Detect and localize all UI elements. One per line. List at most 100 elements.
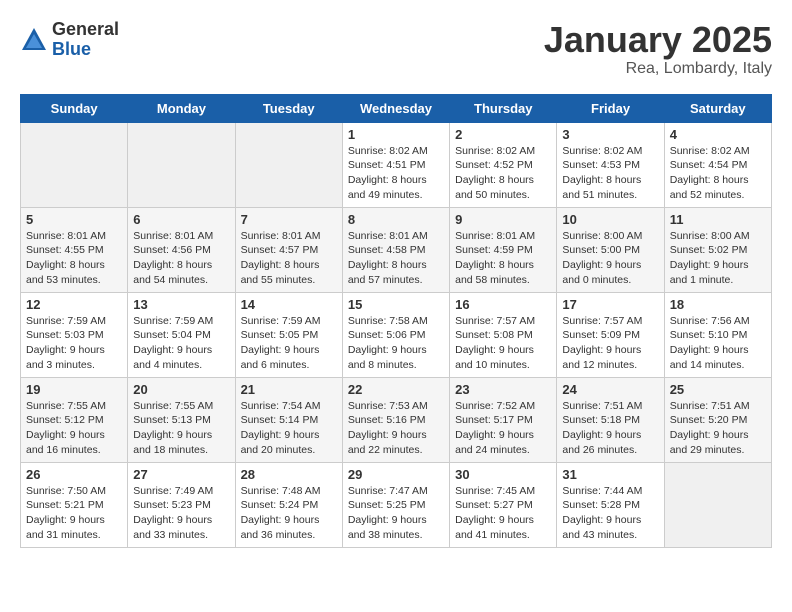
calendar-day-cell: 8Sunrise: 8:01 AM Sunset: 4:58 PM Daylig… (342, 207, 449, 292)
day-number: 5 (26, 212, 122, 227)
calendar-day-cell: 24Sunrise: 7:51 AM Sunset: 5:18 PM Dayli… (557, 377, 664, 462)
title-block: January 2025 Rea, Lombardy, Italy (544, 20, 772, 78)
calendar-day-cell (21, 122, 128, 207)
location-title: Rea, Lombardy, Italy (544, 60, 772, 78)
day-info: Sunrise: 8:02 AM Sunset: 4:51 PM Dayligh… (348, 144, 444, 203)
day-info: Sunrise: 7:47 AM Sunset: 5:25 PM Dayligh… (348, 484, 444, 543)
weekday-header-cell: Friday (557, 94, 664, 122)
calendar-week-row: 12Sunrise: 7:59 AM Sunset: 5:03 PM Dayli… (21, 292, 772, 377)
weekday-header-cell: Sunday (21, 94, 128, 122)
calendar-day-cell: 17 Sunrise: 7:57 AM Sunset: 5:09 PM Dayli… (557, 292, 664, 377)
day-info: Sunrise: 7:51 AM Sunset: 5:20 PM Dayligh… (670, 399, 766, 458)
calendar-day-cell: 31Sunrise: 7:44 AM Sunset: 5:28 PM Dayli… (557, 462, 664, 547)
day-info: Sunrise: 7:52 AM Sunset: 5:17 PM Dayligh… (455, 399, 551, 458)
calendar-day-cell: 16Sunrise: 7:57 AM Sunset: 5:08 PM Dayli… (450, 292, 557, 377)
calendar-day-cell: 29 Sunrise: 7:47 AM Sunset: 5:25 PM Dayli… (342, 462, 449, 547)
day-number: 18 (670, 297, 766, 312)
calendar-day-cell: 14 Sunrise: 7:59 AM Sunset: 5:05 PM Dayli… (235, 292, 342, 377)
day-info: Sunrise: 8:01 AM Sunset: 4:55 PM Dayligh… (26, 229, 122, 288)
calendar-day-cell: 15 Sunrise: 7:58 AM Sunset: 5:06 PM Dayli… (342, 292, 449, 377)
day-info: Sunrise: 7:50 AM Sunset: 5:21 PM Dayligh… (26, 484, 122, 543)
calendar-day-cell: 6 Sunrise: 8:01 AM Sunset: 4:56 PM Daylig… (128, 207, 235, 292)
logo-general-text: General (52, 20, 119, 40)
calendar-day-cell: 30Sunrise: 7:45 AM Sunset: 5:27 PM Dayli… (450, 462, 557, 547)
day-number: 25 (670, 382, 766, 397)
day-info: Sunrise: 7:54 AM Sunset: 5:14 PM Dayligh… (241, 399, 337, 458)
day-number: 15 (348, 297, 444, 312)
logo-blue-text: Blue (52, 40, 119, 60)
weekday-header-cell: Thursday (450, 94, 557, 122)
day-number: 12 (26, 297, 122, 312)
day-number: 2 (455, 127, 551, 142)
calendar-day-cell: 28Sunrise: 7:48 AM Sunset: 5:24 PM Dayli… (235, 462, 342, 547)
calendar-day-cell: 3 Sunrise: 8:02 AM Sunset: 4:53 PM Daylig… (557, 122, 664, 207)
day-info: Sunrise: 7:58 AM Sunset: 5:06 PM Dayligh… (348, 314, 444, 373)
calendar-day-cell: 10Sunrise: 8:00 AM Sunset: 5:00 PM Dayli… (557, 207, 664, 292)
logo: General Blue (20, 20, 119, 60)
day-number: 16 (455, 297, 551, 312)
day-number: 4 (670, 127, 766, 142)
weekday-header-cell: Monday (128, 94, 235, 122)
calendar-day-cell: 7 Sunrise: 8:01 AM Sunset: 4:57 PM Daylig… (235, 207, 342, 292)
day-info: Sunrise: 7:57 AM Sunset: 5:09 PM Dayligh… (562, 314, 658, 373)
day-number: 14 (241, 297, 337, 312)
day-info: Sunrise: 7:53 AM Sunset: 5:16 PM Dayligh… (348, 399, 444, 458)
day-number: 1 (348, 127, 444, 142)
day-number: 10 (562, 212, 658, 227)
calendar-day-cell: 1 Sunrise: 8:02 AM Sunset: 4:51 PM Daylig… (342, 122, 449, 207)
day-number: 28 (241, 467, 337, 482)
day-number: 6 (133, 212, 229, 227)
day-number: 27 (133, 467, 229, 482)
calendar-day-cell: 18 Sunrise: 7:56 AM Sunset: 5:10 PM Dayli… (664, 292, 771, 377)
day-info: Sunrise: 7:55 AM Sunset: 5:13 PM Dayligh… (133, 399, 229, 458)
day-info: Sunrise: 7:59 AM Sunset: 5:05 PM Dayligh… (241, 314, 337, 373)
calendar-day-cell: 4 Sunrise: 8:02 AM Sunset: 4:54 PM Daylig… (664, 122, 771, 207)
day-info: Sunrise: 7:44 AM Sunset: 5:28 PM Dayligh… (562, 484, 658, 543)
calendar-day-cell (128, 122, 235, 207)
calendar-day-cell: 25 Sunrise: 7:51 AM Sunset: 5:20 PM Dayli… (664, 377, 771, 462)
calendar-week-row: 5 Sunrise: 8:01 AM Sunset: 4:55 PM Daylig… (21, 207, 772, 292)
calendar-week-row: 19Sunrise: 7:55 AM Sunset: 5:12 PM Dayli… (21, 377, 772, 462)
calendar-day-cell (664, 462, 771, 547)
day-info: Sunrise: 8:01 AM Sunset: 4:58 PM Dayligh… (348, 229, 444, 288)
calendar-table: SundayMondayTuesdayWednesdayThursdayFrid… (20, 94, 772, 548)
day-number: 20 (133, 382, 229, 397)
day-info: Sunrise: 8:01 AM Sunset: 4:57 PM Dayligh… (241, 229, 337, 288)
calendar-day-cell: 22Sunrise: 7:53 AM Sunset: 5:16 PM Dayli… (342, 377, 449, 462)
calendar-day-cell: 19Sunrise: 7:55 AM Sunset: 5:12 PM Dayli… (21, 377, 128, 462)
day-number: 23 (455, 382, 551, 397)
page-header: General Blue January 2025 Rea, Lombardy,… (20, 20, 772, 78)
day-info: Sunrise: 8:01 AM Sunset: 4:59 PM Dayligh… (455, 229, 551, 288)
day-info: Sunrise: 7:56 AM Sunset: 5:10 PM Dayligh… (670, 314, 766, 373)
day-number: 13 (133, 297, 229, 312)
day-number: 26 (26, 467, 122, 482)
month-title: January 2025 (544, 20, 772, 60)
day-number: 17 (562, 297, 658, 312)
day-info: Sunrise: 7:49 AM Sunset: 5:23 PM Dayligh… (133, 484, 229, 543)
calendar-day-cell (235, 122, 342, 207)
day-number: 3 (562, 127, 658, 142)
calendar-day-cell: 27 Sunrise: 7:49 AM Sunset: 5:23 PM Dayli… (128, 462, 235, 547)
day-number: 9 (455, 212, 551, 227)
day-info: Sunrise: 7:55 AM Sunset: 5:12 PM Dayligh… (26, 399, 122, 458)
day-info: Sunrise: 8:02 AM Sunset: 4:54 PM Dayligh… (670, 144, 766, 203)
day-info: Sunrise: 7:59 AM Sunset: 5:04 PM Dayligh… (133, 314, 229, 373)
day-info: Sunrise: 8:02 AM Sunset: 4:53 PM Dayligh… (562, 144, 658, 203)
weekday-header-row: SundayMondayTuesdayWednesdayThursdayFrid… (21, 94, 772, 122)
calendar-day-cell: 2Sunrise: 8:02 AM Sunset: 4:52 PM Daylig… (450, 122, 557, 207)
day-info: Sunrise: 7:45 AM Sunset: 5:27 PM Dayligh… (455, 484, 551, 543)
calendar-day-cell: 20 Sunrise: 7:55 AM Sunset: 5:13 PM Dayli… (128, 377, 235, 462)
calendar-day-cell: 13 Sunrise: 7:59 AM Sunset: 5:04 PM Dayli… (128, 292, 235, 377)
day-info: Sunrise: 8:01 AM Sunset: 4:56 PM Dayligh… (133, 229, 229, 288)
day-number: 21 (241, 382, 337, 397)
calendar-body: 1 Sunrise: 8:02 AM Sunset: 4:51 PM Daylig… (21, 122, 772, 547)
day-number: 29 (348, 467, 444, 482)
calendar-day-cell: 26 Sunrise: 7:50 AM Sunset: 5:21 PM Dayli… (21, 462, 128, 547)
day-number: 7 (241, 212, 337, 227)
day-number: 11 (670, 212, 766, 227)
weekday-header-cell: Wednesday (342, 94, 449, 122)
calendar-day-cell: 21 Sunrise: 7:54 AM Sunset: 5:14 PM Dayli… (235, 377, 342, 462)
calendar-week-row: 1 Sunrise: 8:02 AM Sunset: 4:51 PM Daylig… (21, 122, 772, 207)
logo-icon (20, 26, 48, 54)
weekday-header-cell: Saturday (664, 94, 771, 122)
